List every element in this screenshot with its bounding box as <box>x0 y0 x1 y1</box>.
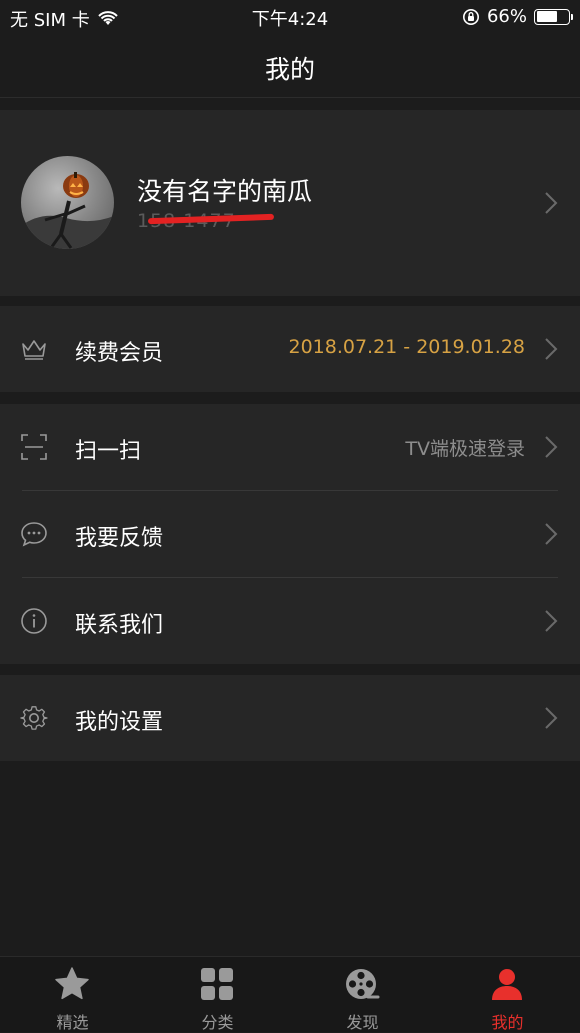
chevron-right-icon <box>545 338 558 360</box>
nav-bar: 我的 <box>0 34 580 98</box>
user-icon <box>492 969 522 1000</box>
film-reel-icon <box>346 969 380 999</box>
scan-icon <box>21 434 47 460</box>
rotation-lock-icon <box>462 8 479 25</box>
profile-name: 没有名字的南瓜 <box>137 177 313 206</box>
tab-label: 分类 <box>201 1013 234 1032</box>
membership-period: 2018.07.21 - 2019.01.28 <box>288 336 525 358</box>
menu-item-label: 我要反馈 <box>75 526 164 551</box>
menu-item-label: 我的设置 <box>75 710 164 735</box>
battery-percent: 66% <box>486 6 527 27</box>
page-title: 我的 <box>264 55 315 84</box>
tab-discover[interactable]: 发现 <box>290 957 435 1033</box>
tab-label: 发现 <box>346 1013 379 1032</box>
status-right: 66% <box>462 6 573 27</box>
battery-level <box>536 11 557 22</box>
menu-item-contact[interactable]: 联系我们 <box>0 578 580 664</box>
tab-label: 我的 <box>491 1013 524 1032</box>
membership-section: 续费会员 2018.07.21 - 2019.01.28 <box>0 306 580 392</box>
crown-icon <box>22 340 46 360</box>
menu-item-value: TV端极速登录 <box>405 438 525 460</box>
avatar-image <box>21 172 114 249</box>
chevron-right-icon <box>545 523 558 545</box>
tab-mine[interactable]: 我的 <box>435 957 580 1033</box>
membership-row[interactable]: 续费会员 2018.07.21 - 2019.01.28 <box>0 306 580 392</box>
grid-icon <box>201 968 233 1000</box>
menu-item-scan[interactable]: 扫一扫 TV端极速登录 <box>0 404 580 490</box>
chevron-right-icon <box>545 192 558 214</box>
menu-item-feedback[interactable]: 我要反馈 <box>0 491 580 577</box>
info-icon <box>21 608 47 634</box>
menu-item-label: 联系我们 <box>75 613 164 638</box>
battery-icon <box>534 8 573 25</box>
tab-bar: 精选 分类 发现 我的 <box>0 956 580 1032</box>
gear-icon <box>20 706 48 730</box>
chevron-right-icon <box>545 707 558 729</box>
membership-label: 续费会员 <box>75 341 164 366</box>
chat-bubble-icon <box>21 522 47 547</box>
avatar[interactable] <box>21 156 114 249</box>
star-icon <box>55 967 89 1000</box>
menu-section: 扫一扫 TV端极速登录 我要反馈 联系我们 <box>0 404 580 664</box>
menu-item-label: 扫一扫 <box>75 439 142 464</box>
tab-category[interactable]: 分类 <box>145 957 290 1033</box>
menu-item-settings[interactable]: 我的设置 <box>0 675 580 761</box>
status-bar: 无 SIM 卡 下午4:24 66% <box>0 0 580 34</box>
tab-featured[interactable]: 精选 <box>0 957 145 1033</box>
chevron-right-icon <box>545 610 558 632</box>
chevron-right-icon <box>545 436 558 458</box>
tab-label: 精选 <box>56 1013 89 1032</box>
profile-card[interactable]: 没有名字的南瓜 158 1477 <box>0 110 580 296</box>
settings-section: 我的设置 <box>0 675 580 761</box>
